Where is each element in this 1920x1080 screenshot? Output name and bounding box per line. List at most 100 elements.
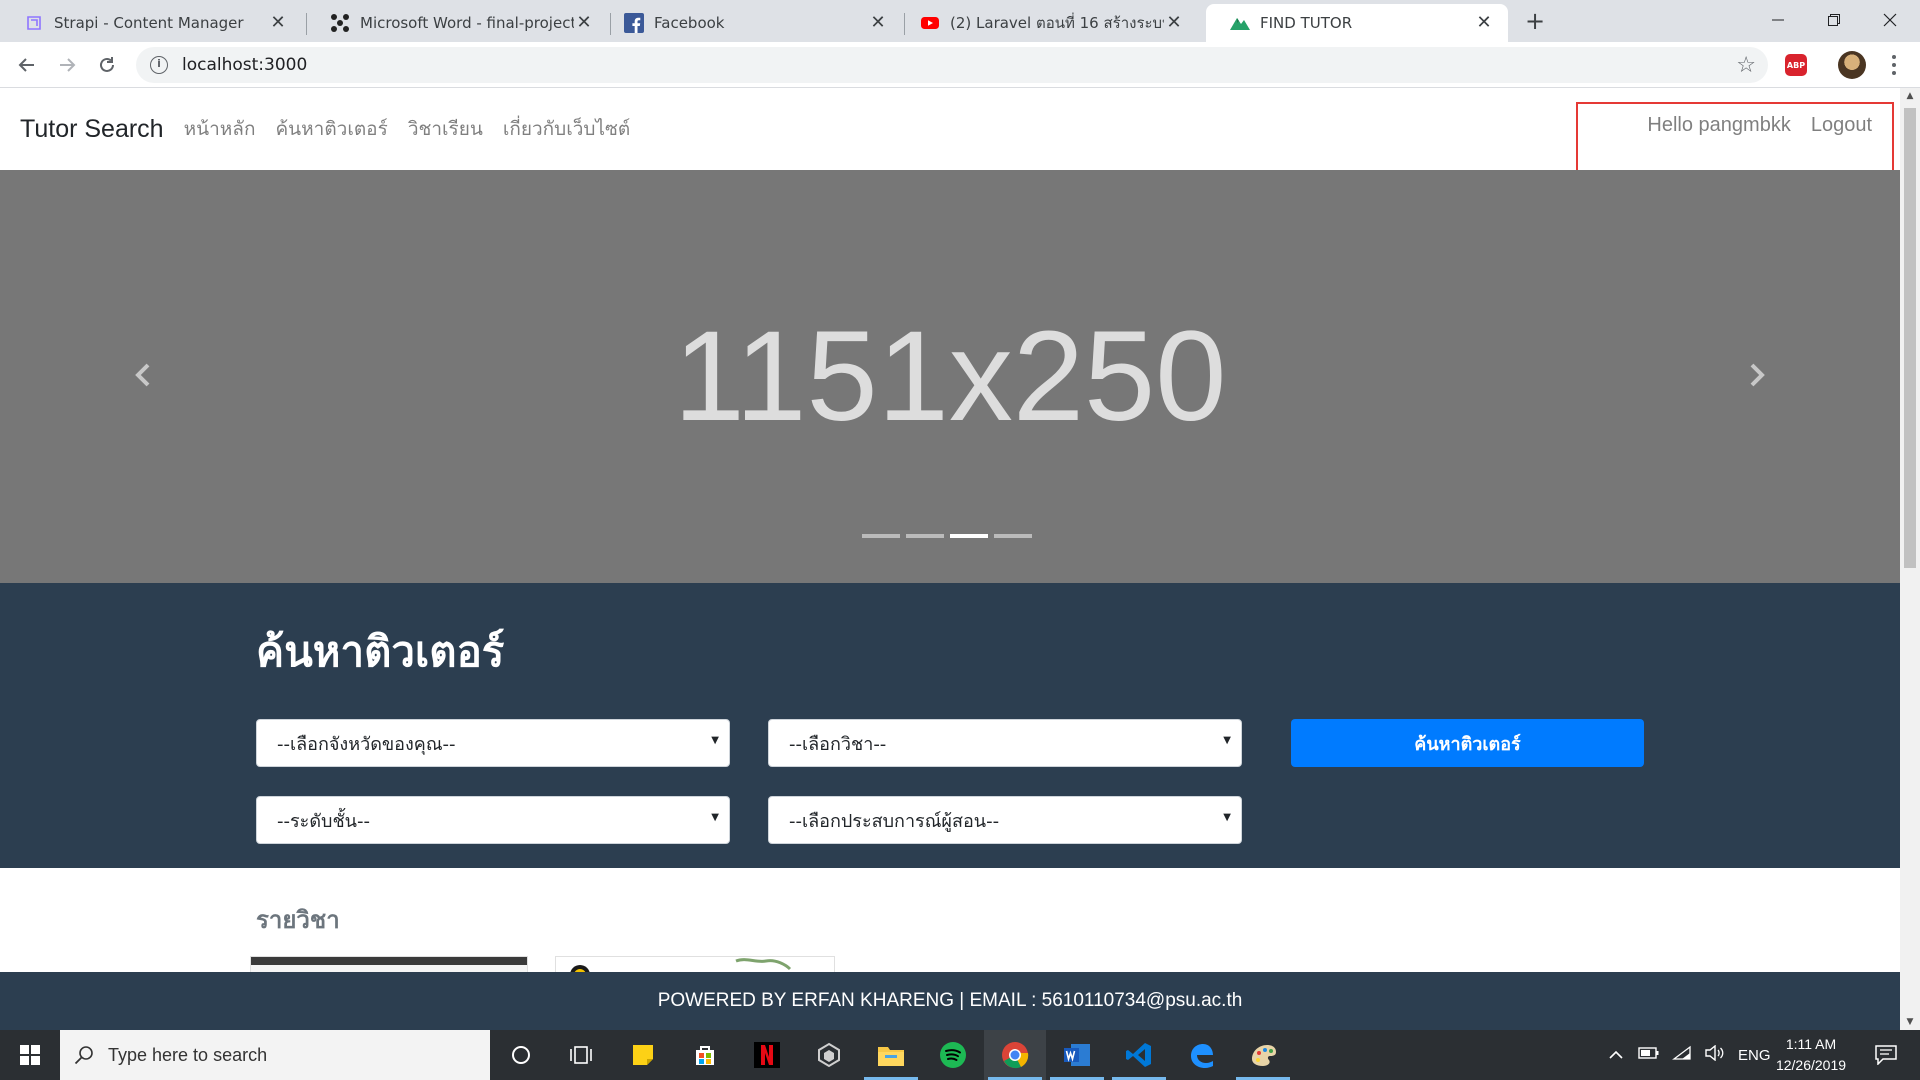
close-icon[interactable]: ✕: [574, 13, 594, 33]
taskbar-search-placeholder: Type here to search: [108, 1044, 268, 1065]
level-select[interactable]: --ระดับชั้น-- ▼: [256, 796, 730, 844]
reload-button[interactable]: [92, 50, 122, 80]
search-icon: [74, 1046, 93, 1065]
tab-title: Microsoft Word - final-project-re: [360, 14, 574, 32]
nav-link-home[interactable]: หน้าหลัก: [184, 114, 256, 144]
dropdown-caret-icon: ▼: [1223, 812, 1231, 823]
browser-tab-strip: Strapi - Content Manager ✕ Microsoft Wor…: [0, 0, 1920, 42]
dropdown-caret-icon: ▼: [1223, 735, 1231, 746]
start-button[interactable]: [0, 1030, 60, 1080]
tab-title: Strapi - Content Manager: [54, 14, 244, 32]
back-arrow-icon: [18, 58, 34, 72]
carousel-prev-button[interactable]: [128, 358, 158, 392]
restore-button[interactable]: [1804, 0, 1864, 40]
close-icon[interactable]: ✕: [268, 13, 288, 33]
tab-strapi[interactable]: Strapi - Content Manager ✕: [0, 4, 302, 42]
forward-arrow-icon: [60, 58, 76, 72]
site-brand[interactable]: Tutor Search: [20, 115, 164, 144]
close-icon[interactable]: ✕: [1164, 13, 1184, 33]
taskbar-search-box[interactable]: Type here to search: [60, 1030, 490, 1080]
browser-menu-icon[interactable]: [1884, 52, 1904, 78]
adblock-plus-icon[interactable]: ABP: [1785, 54, 1807, 76]
edge-icon[interactable]: [1170, 1030, 1232, 1080]
province-select-value: --เลือกจังหวัดของคุณ--: [277, 733, 456, 755]
carousel-indicators: [862, 534, 1038, 538]
tab-title: (2) Laravel ตอนที่ 16 สร้างระบบ Auth: [950, 14, 1164, 32]
input-language[interactable]: ENG: [1738, 1047, 1771, 1064]
profile-avatar[interactable]: [1838, 51, 1866, 79]
restore-icon: [1828, 14, 1840, 26]
carousel-placeholder-image: 1151x250: [673, 305, 1227, 448]
province-select[interactable]: --เลือกจังหวัดของคุณ-- ▼: [256, 719, 730, 767]
store-icon[interactable]: [674, 1030, 736, 1080]
carousel-indicator[interactable]: [906, 534, 944, 538]
scroll-up-icon[interactable]: ▲: [1900, 88, 1920, 104]
address-bar[interactable]: i localhost:3000 ☆: [136, 47, 1768, 83]
sticky-notes-icon[interactable]: [612, 1030, 674, 1080]
close-icon[interactable]: ✕: [1474, 13, 1494, 33]
wifi-icon[interactable]: [1672, 1045, 1692, 1065]
carousel-indicator[interactable]: [862, 534, 900, 538]
nav-link-find-tutor[interactable]: ค้นหาติวเตอร์: [275, 114, 387, 144]
close-window-button[interactable]: [1860, 0, 1920, 40]
system-tray: ENG: [1608, 1030, 1771, 1080]
action-center-button[interactable]: [1866, 1030, 1906, 1080]
facebook-icon: [624, 13, 644, 33]
url-text: localhost:3000: [182, 55, 308, 75]
close-icon[interactable]: ✕: [868, 13, 888, 33]
nav-link-subjects[interactable]: วิชาเรียน: [408, 114, 483, 144]
clock-date: 12/26/2019: [1775, 1057, 1847, 1073]
windows-taskbar: Type here to search ENG 1:11 AM 12/26/20…: [0, 1030, 1920, 1080]
volume-icon[interactable]: [1704, 1044, 1724, 1065]
carousel-next-button[interactable]: [1742, 358, 1772, 392]
chevron-left-icon: [135, 363, 150, 387]
word-online-icon: [330, 13, 350, 33]
tab-find-tutor[interactable]: FIND TUTOR ✕: [1206, 4, 1508, 42]
bookmark-star-icon[interactable]: ☆: [1736, 53, 1756, 78]
forward-button[interactable]: [52, 50, 82, 80]
vscode-icon[interactable]: [1108, 1030, 1170, 1080]
paint-icon[interactable]: [1232, 1030, 1294, 1080]
battery-icon[interactable]: [1638, 1046, 1660, 1064]
minimize-button[interactable]: [1748, 0, 1808, 40]
page-viewport: Tutor Search หน้าหลัก ค้นหาติวเตอร์ วิชา…: [0, 88, 1920, 1030]
tutor-search-section: ค้นหาติวเตอร์ --เลือกจังหวัดของคุณ-- ▼ -…: [0, 583, 1900, 868]
unity-icon[interactable]: [798, 1030, 860, 1080]
experience-select-value: --เลือกประสบการณ์ผู้สอน--: [789, 810, 1000, 832]
cortana-icon[interactable]: [490, 1030, 552, 1080]
tab-youtube[interactable]: (2) Laravel ตอนที่ 16 สร้างระบบ Auth ✕: [896, 4, 1198, 42]
site-info-icon[interactable]: i: [150, 56, 168, 74]
find-tutor-icon: [1230, 13, 1250, 33]
youtube-icon: [920, 13, 940, 33]
windows-logo-icon: [20, 1045, 40, 1065]
subject-select[interactable]: --เลือกวิชา-- ▼: [768, 719, 1242, 767]
tab-word-online[interactable]: Microsoft Word - final-project-re ✕: [306, 4, 608, 42]
tab-facebook[interactable]: Facebook ✕: [600, 4, 902, 42]
carousel-indicator-active[interactable]: [950, 534, 988, 538]
spotify-icon[interactable]: [922, 1030, 984, 1080]
footer-text: POWERED BY ERFAN KHARENG | EMAIL : 56101…: [657, 990, 1243, 1011]
scrollbar-thumb[interactable]: [1904, 108, 1916, 568]
page-scrollbar[interactable]: ▲ ▼: [1900, 88, 1920, 1030]
task-view-icon[interactable]: [550, 1030, 612, 1080]
hero-carousel: 1151x250: [0, 170, 1900, 583]
new-tab-button[interactable]: +: [1520, 6, 1550, 36]
scroll-down-icon[interactable]: ▼: [1900, 1014, 1920, 1030]
netflix-icon[interactable]: [736, 1030, 798, 1080]
chevron-right-icon: [1750, 363, 1765, 387]
search-tutor-button[interactable]: ค้นหาติวเตอร์: [1291, 719, 1644, 767]
file-explorer-icon[interactable]: [860, 1030, 922, 1080]
close-window-icon: [1883, 13, 1897, 27]
experience-select[interactable]: --เลือกประสบการณ์ผู้สอน-- ▼: [768, 796, 1242, 844]
back-button[interactable]: [12, 50, 42, 80]
chrome-icon[interactable]: [984, 1030, 1046, 1080]
nav-links: หน้าหลัก ค้นหาติวเตอร์ วิชาเรียน เกี่ยวก…: [174, 114, 641, 144]
subjects-title: รายวิชา: [256, 906, 340, 934]
taskbar-clock[interactable]: 1:11 AM 12/26/2019: [1770, 1034, 1852, 1076]
notifications-icon: [1875, 1045, 1897, 1065]
word-icon[interactable]: [1046, 1030, 1108, 1080]
nav-link-about[interactable]: เกี่ยวกับเว็บไซต์: [503, 114, 630, 144]
show-hidden-icons-icon[interactable]: [1608, 1047, 1624, 1064]
carousel-indicator[interactable]: [994, 534, 1032, 538]
dropdown-caret-icon: ▼: [711, 812, 719, 823]
